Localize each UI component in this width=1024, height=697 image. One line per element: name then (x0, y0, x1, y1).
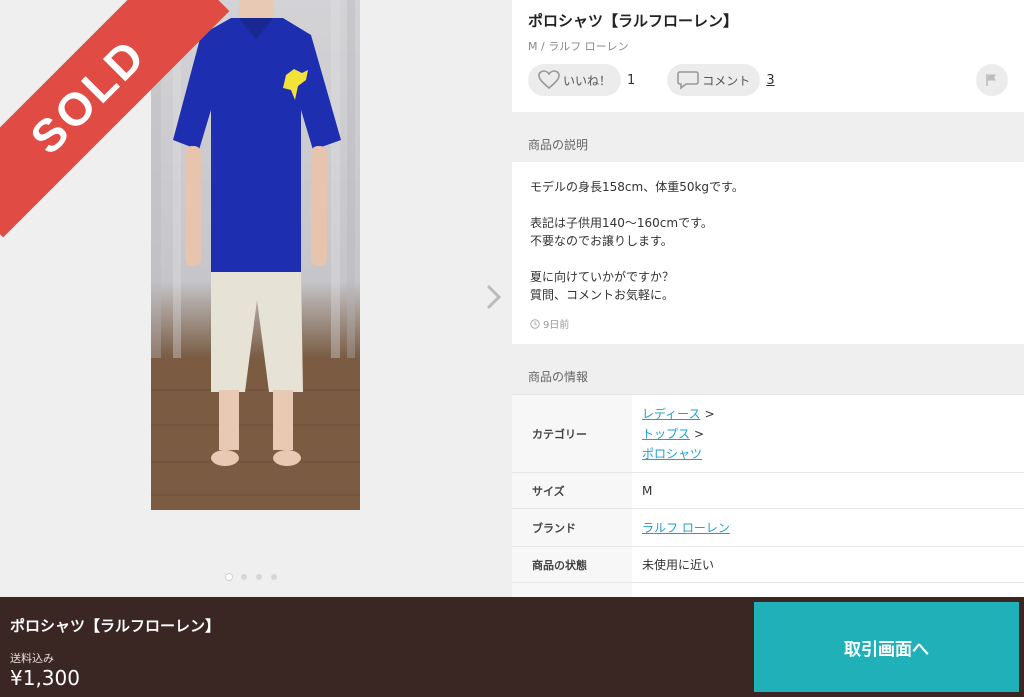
description-line: 表記は子供用140〜160cmです。 (530, 216, 713, 230)
info-value-size: M (642, 483, 653, 498)
pagination-dot[interactable] (271, 574, 277, 580)
description-line: モデルの身長158cm、体重50kgです。 (530, 180, 744, 194)
action-row: いいね！ 1 コメント 3 (528, 64, 807, 96)
chevron-right-icon (487, 285, 502, 309)
info-row-brand: ブランド ラルフ ローレン (512, 509, 1024, 547)
description-header: 商品の説明 (512, 112, 1024, 162)
info-value-category: レディース > トップス > ポロシャツ (632, 395, 1024, 472)
pagination-dot[interactable] (256, 574, 262, 580)
app-root: SOLD ポロシャツ【ラルフローレン】 M / ラルフ ローレン いいね！ 1 … (0, 0, 1024, 697)
heart-icon (538, 70, 560, 90)
item-subtitle: M / ラルフ ローレン (528, 40, 629, 53)
info-key: サイズ (512, 473, 632, 508)
report-button[interactable] (976, 64, 1008, 96)
comment-count-link[interactable]: 3 (766, 73, 774, 88)
purchase-bar: ポロシャツ【ラルフローレン】 送料込み ¥1,300 取引画面へ (0, 597, 1024, 697)
description-line: 夏に向けていかがですか？ (530, 270, 675, 284)
posted-time-text: 9日前 (543, 320, 570, 331)
flag-icon (986, 74, 996, 86)
like-count: 1 (627, 72, 636, 88)
comment-icon (677, 71, 700, 90)
pagination-dot[interactable] (241, 574, 247, 580)
category-link-tops[interactable]: トップス (642, 427, 690, 441)
item-price: ¥1,300 (10, 666, 80, 690)
product-photo[interactable] (151, 0, 360, 510)
info-value-partial (632, 583, 1024, 597)
category-line: ポロシャツ (642, 444, 1014, 464)
posted-timestamp: 9日前 (530, 316, 1006, 331)
category-separator: > (694, 426, 705, 441)
info-row-category: カテゴリー レディース > トップス > ポロシャツ (512, 395, 1024, 473)
go-to-transaction-button[interactable]: 取引画面へ (754, 602, 1019, 692)
clock-icon (530, 318, 540, 329)
comment-label: コメント (702, 73, 751, 88)
category-separator: > (704, 406, 715, 421)
info-key: カテゴリー (512, 395, 632, 472)
info-value-brand: ラルフ ローレン (632, 509, 1024, 546)
info-value-condition: 未使用に近い (642, 558, 715, 572)
shipping-note: 送料込み (10, 652, 54, 665)
detail-pane: ポロシャツ【ラルフローレン】 M / ラルフ ローレン いいね！ 1 コメント … (512, 0, 1024, 597)
category-line: レディース > (642, 404, 1014, 424)
description-card: モデルの身長158cm、体重50kgです。 表記は子供用140〜160cmです。… (512, 162, 1024, 344)
description-line: 不要なのでお譲りします。 (530, 234, 673, 248)
product-photo-illustration (151, 0, 360, 510)
like-button[interactable]: いいね！ (528, 64, 622, 96)
info-row-condition: 商品の状態 未使用に近い (512, 547, 1024, 583)
like-label: いいね！ (563, 73, 612, 88)
info-row-size: サイズ M (512, 473, 1024, 509)
info-key: 商品の状態 (512, 547, 632, 582)
info-row-partial (512, 583, 1024, 597)
brand-link[interactable]: ラルフ ローレン (642, 519, 1014, 536)
description-line (530, 250, 1006, 268)
photo-pane: SOLD (0, 0, 512, 597)
photo-pagination (226, 574, 277, 580)
info-header: 商品の情報 (512, 344, 1024, 394)
bar-item-title: ポロシャツ【ラルフローレン】 (10, 617, 221, 635)
description-line: 質問、コメントお気軽に。 (530, 288, 675, 302)
comment-button[interactable]: コメント (667, 64, 761, 96)
category-link-polo[interactable]: ポロシャツ (642, 447, 702, 461)
item-header: ポロシャツ【ラルフローレン】 M / ラルフ ローレン いいね！ 1 コメント … (512, 0, 1024, 112)
pagination-dot[interactable] (226, 574, 232, 580)
info-table: カテゴリー レディース > トップス > ポロシャツ サイズ M ブランド ラル… (512, 394, 1024, 597)
info-key: ブランド (512, 509, 632, 546)
info-key (512, 583, 632, 597)
category-link-ladies[interactable]: レディース (642, 407, 701, 421)
description-line (530, 196, 1006, 214)
next-photo-button[interactable] (482, 280, 506, 314)
item-title: ポロシャツ【ラルフローレン】 (528, 12, 739, 30)
category-line: トップス > (642, 424, 1014, 444)
